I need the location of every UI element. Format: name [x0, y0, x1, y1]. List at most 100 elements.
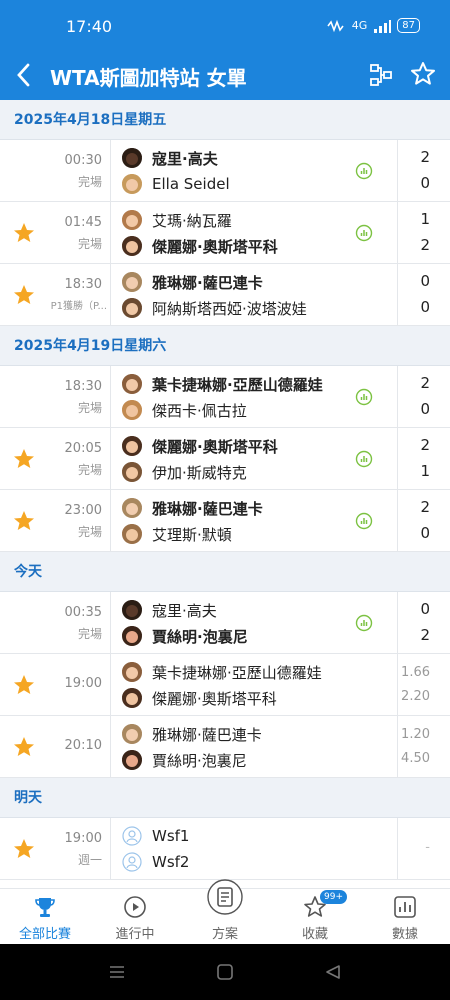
divider [110, 654, 111, 715]
favorite-star-icon[interactable] [410, 61, 436, 87]
recent-apps-icon[interactable] [108, 964, 126, 980]
match-row[interactable]: 20:05 完場 傑麗娜·奧斯塔平科 伊加·斯威特克 2 1 [0, 428, 450, 490]
player-p2[interactable]: 賈絲明·泡裏尼 [122, 748, 247, 772]
player-avatar [122, 400, 142, 420]
network-type-label: 4G [351, 19, 368, 32]
player-p2[interactable]: 阿納斯塔西婭·波塔波娃 [122, 296, 307, 320]
tab-plans[interactable]: 方案 [180, 879, 270, 945]
match-time: 20:10 [64, 738, 102, 753]
stats-icon[interactable] [355, 224, 373, 242]
match-status: 完場 [77, 175, 102, 189]
tab-label: 收藏 [301, 927, 328, 942]
back-chevron-icon[interactable] [12, 60, 34, 90]
score-value: 0 [420, 600, 430, 618]
match-status: 週一 [77, 853, 102, 867]
odds-value: 1.66 [401, 665, 430, 680]
match-row[interactable]: 00:35 完場 寇里·高夫 賈絲明·泡裏尼 0 2 [0, 592, 450, 654]
player-p1[interactable]: 葉卡捷琳娜·亞歷山德羅娃 [122, 660, 322, 684]
tab-live[interactable]: 進行中 [90, 889, 180, 945]
divider [397, 716, 398, 777]
player-p1[interactable]: 雅琳娜·薩巴連卡 [122, 496, 263, 520]
player-p2[interactable]: 傑麗娜·奧斯塔平科 [122, 686, 277, 710]
divider [110, 202, 111, 263]
player-avatar [122, 174, 142, 194]
player-p1[interactable]: 傑麗娜·奧斯塔平科 [122, 434, 278, 458]
back-triangle-icon[interactable] [324, 964, 342, 980]
score-value: 2 [420, 626, 430, 644]
player-p2[interactable]: 賈絲明·泡裏尼 [122, 624, 248, 648]
tab-favorites[interactable]: 99+ 收藏 [270, 889, 360, 945]
stats-icon[interactable] [355, 162, 373, 180]
match-row[interactable]: 00:30 完場 寇里·高夫 Ella Seidel 2 0 [0, 140, 450, 202]
divider [110, 592, 111, 653]
player-name: 傑西卡·佩古拉 [152, 401, 247, 420]
player-p2[interactable]: 傑西卡·佩古拉 [122, 398, 247, 422]
avatar-face [126, 631, 138, 643]
tab-label: 數據 [391, 927, 418, 942]
stats-icon[interactable] [355, 614, 373, 632]
player-name: Wsf2 [152, 853, 190, 871]
match-status: 完場 [77, 401, 102, 415]
match-row[interactable]: 20:10 雅琳娜·薩巴連卡 賈絲明·泡裏尼 1.20 4.50 [0, 716, 450, 778]
match-list[interactable]: 2025年4月18日星期五 00:30 完場 寇里·高夫 Ella Seidel 2 0 01… [0, 100, 450, 888]
player-name: 雅琳娜·薩巴連卡 [152, 725, 262, 744]
player-p1[interactable]: Wsf1 [122, 824, 189, 848]
player-name: 阿納斯塔西婭·波塔波娃 [152, 299, 307, 318]
player-avatar [122, 724, 142, 744]
player-p1[interactable]: 寇里·高夫 [122, 598, 217, 622]
home-icon[interactable] [216, 964, 234, 980]
score-value: - [425, 840, 430, 855]
match-row[interactable]: 01:45 完場 艾瑪·納瓦羅 傑麗娜·奧斯塔平科 1 2 [0, 202, 450, 264]
stats-icon[interactable] [355, 512, 373, 530]
star-filled-icon[interactable] [12, 447, 36, 471]
player-p2[interactable]: Wsf2 [122, 850, 189, 874]
match-status: P1獲勝（P... [50, 301, 107, 312]
stats-icon[interactable] [355, 388, 373, 406]
signal-icon [374, 19, 392, 33]
player-avatar [122, 662, 142, 682]
player-name: 葉卡捷琳娜·亞歷山德羅娃 [152, 663, 322, 682]
player-p1[interactable]: 葉卡捷琳娜·亞歷山德羅娃 [122, 372, 323, 396]
match-row[interactable]: 18:30 完場 葉卡捷琳娜·亞歷山德羅娃 傑西卡·佩古拉 2 0 [0, 366, 450, 428]
player-p1[interactable]: 雅琳娜·薩巴連卡 [122, 270, 263, 294]
player-p1[interactable]: 寇里·高夫 [122, 146, 218, 170]
player-avatar [122, 498, 142, 518]
match-row[interactable]: 18:30 P1獲勝（P... 雅琳娜·薩巴連卡 阿納斯塔西婭·波塔波娃 0 0 [0, 264, 450, 326]
player-p2[interactable]: 伊加·斯威特克 [122, 460, 247, 484]
star-filled-icon[interactable] [12, 837, 36, 861]
bottom-tab-bar: 全部比賽 進行中 方案 99+ 收藏 數據 [0, 879, 450, 945]
match-row[interactable]: 19:00 週一 Wsf1 Wsf2 - [0, 818, 450, 880]
star-filled-icon[interactable] [12, 221, 36, 245]
player-p2[interactable]: 傑麗娜·奧斯塔平科 [122, 234, 278, 258]
title-bar: WTA斯圖加特站 女單 [0, 54, 450, 100]
score-value: 2 [420, 436, 430, 454]
stats-icon[interactable] [355, 450, 373, 468]
date-header: 2025年4月18日星期五 [0, 100, 450, 140]
star-filled-icon[interactable] [12, 673, 36, 697]
avatar-face [126, 755, 138, 767]
player-name: 賈絲明·泡裏尼 [152, 627, 248, 646]
match-time: 01:45 [64, 215, 102, 230]
avatar-face [126, 241, 138, 253]
match-row[interactable]: 23:00 完場 雅琳娜·薩巴連卡 艾理斯·默頓 2 0 [0, 490, 450, 552]
bracket-icon[interactable] [368, 62, 394, 88]
player-avatar [122, 462, 142, 482]
player-avatar [122, 236, 142, 256]
player-p2[interactable]: 艾理斯·默頓 [122, 522, 232, 546]
star-filled-icon[interactable] [12, 509, 36, 533]
match-time: 18:30 [64, 277, 102, 292]
page-title: WTA斯圖加特站 女單 [50, 66, 247, 90]
tab-data[interactable]: 數據 [360, 889, 450, 945]
player-p1[interactable]: 雅琳娜·薩巴連卡 [122, 722, 262, 746]
avatar-face [126, 303, 138, 315]
match-row[interactable]: 19:00 葉卡捷琳娜·亞歷山德羅娃 傑麗娜·奧斯塔平科 1.66 2.20 [0, 654, 450, 716]
player-placeholder-icon [122, 826, 142, 846]
player-name: 艾理斯·默頓 [152, 525, 232, 544]
star-filled-icon[interactable] [12, 735, 36, 759]
tab-all-matches[interactable]: 全部比賽 [0, 889, 90, 945]
player-p2[interactable]: Ella Seidel [122, 172, 230, 196]
play-circle-icon [124, 896, 146, 918]
score-value: 0 [420, 174, 430, 192]
player-avatar [122, 436, 142, 456]
player-p1[interactable]: 艾瑪·納瓦羅 [122, 208, 232, 232]
